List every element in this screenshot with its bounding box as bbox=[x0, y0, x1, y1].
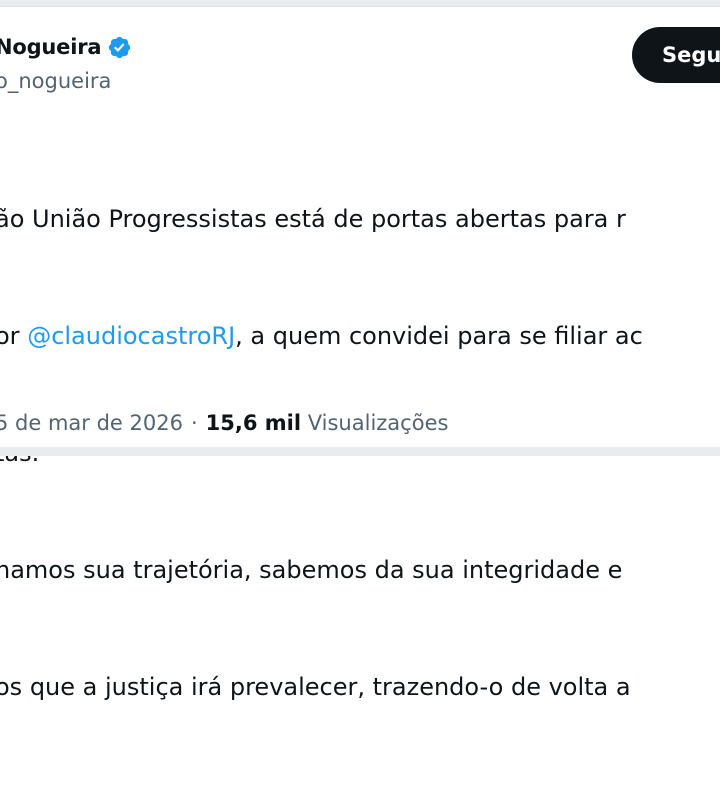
views-label: Visualizações bbox=[307, 411, 449, 435]
tweet-meta: 5 de mar de 2026 · 15,6 mil Visualizações bbox=[0, 411, 448, 435]
verified-badge-icon bbox=[109, 36, 131, 58]
mention-link[interactable]: @claudiocastroRJ bbox=[27, 322, 235, 350]
follow-button[interactable]: Segu bbox=[632, 27, 720, 83]
tweet-date[interactable]: 5 de mar de 2026 bbox=[0, 411, 183, 435]
tweet-card: Nogueira o_nogueira Segu ão União Progre… bbox=[0, 6, 720, 701]
tweet-text-line: ão União Progressistas está de portas ab… bbox=[0, 205, 626, 233]
views-count: 15,6 mil bbox=[205, 411, 302, 435]
author-name-row: Nogueira bbox=[0, 33, 132, 61]
tweet-text-line: or @claudiocastroRJ, a quem convidei par… bbox=[0, 317, 643, 356]
tweet-text-line: hamos sua trajetória, sabemos da sua int… bbox=[0, 556, 623, 584]
tweet-text-line: os que a justiça irá prevalecer, trazend… bbox=[0, 673, 631, 701]
author-display-name[interactable]: Nogueira bbox=[0, 35, 102, 59]
meta-separator: · bbox=[190, 411, 198, 435]
author-handle[interactable]: o_nogueira bbox=[0, 69, 111, 93]
window-frame-bottom bbox=[0, 447, 720, 456]
tweet-text-fragment: or bbox=[0, 322, 20, 350]
tweet-text-fragment: , a quem convidei para se filiar ac bbox=[235, 322, 643, 350]
